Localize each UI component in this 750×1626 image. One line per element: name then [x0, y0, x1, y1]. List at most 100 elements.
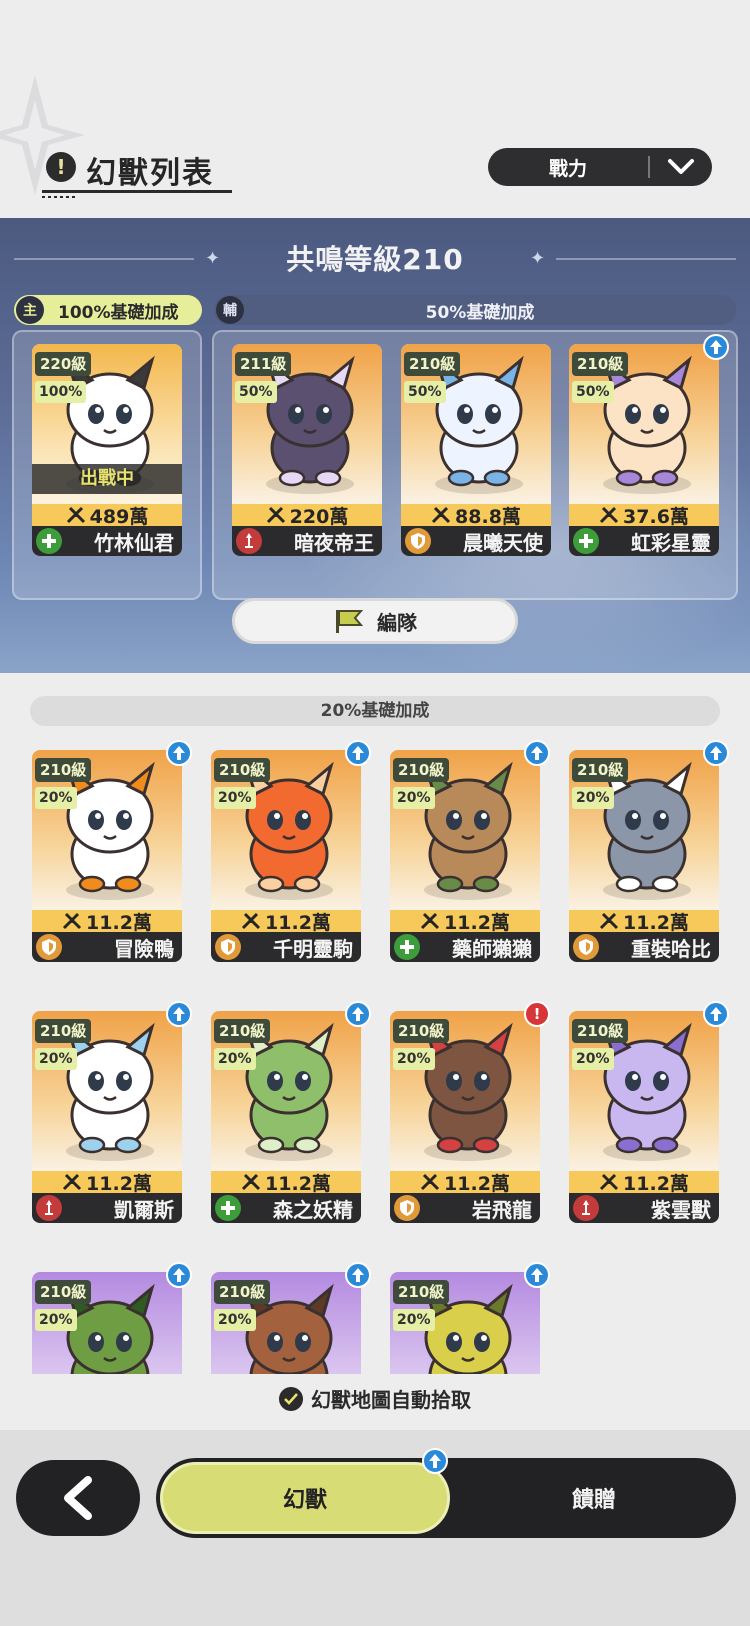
beast-name: 岩飛龍: [472, 1197, 532, 1222]
bonus-percent-badge: 20%: [214, 787, 256, 809]
power-bar: 88.8萬: [401, 504, 551, 528]
name-bar: 暗夜帝王: [232, 526, 382, 556]
name-bar: 岩飛龍: [390, 1193, 540, 1223]
main-bonus-tag: 主 100%基礎加成: [14, 295, 202, 325]
bonus-percent-badge: 20%: [35, 1048, 77, 1070]
upgrade-arrow-icon[interactable]: [703, 334, 729, 360]
level-badge: 210級: [572, 352, 629, 376]
bonus-percent-badge: 20%: [572, 787, 614, 809]
beast-card[interactable]: 211級 50% 220萬 暗夜帝王: [232, 344, 382, 556]
tab-gifts[interactable]: 饋贈: [456, 1462, 732, 1534]
beast-card[interactable]: 210級 20% 11.2萬 重裝哈比: [569, 750, 719, 962]
beast-card[interactable]: 210級 20%: [32, 1272, 182, 1374]
name-bar: 虹彩星靈: [569, 526, 719, 556]
power-value: 11.2萬: [623, 911, 689, 934]
power-value: 11.2萬: [86, 911, 152, 934]
name-bar: 冒險鴨: [32, 932, 182, 962]
power-icon: [62, 912, 82, 930]
beast-card[interactable]: 210級 20% 11.2萬 岩飛龍: [390, 1011, 540, 1223]
power-bar: 11.2萬: [569, 1171, 719, 1195]
bonus-percent-badge: 20%: [214, 1048, 256, 1070]
power-value: 11.2萬: [444, 911, 510, 934]
defense-role-icon: [394, 1195, 420, 1221]
tab-beasts[interactable]: 幻獸: [160, 1462, 450, 1534]
beast-card[interactable]: 220級 100% 出戰中 489萬 竹林仙君: [32, 344, 182, 556]
upgrade-arrow-icon[interactable]: [345, 1262, 371, 1288]
beast-card[interactable]: 210級 20% 11.2萬 紫雲獸: [569, 1011, 719, 1223]
beast-name: 暗夜帝王: [294, 530, 374, 555]
bonus-percent-badge: 20%: [214, 1309, 256, 1331]
edit-team-label: 編隊: [377, 610, 417, 635]
power-bar: 11.2萬: [32, 1171, 182, 1195]
edit-team-button[interactable]: 編隊: [232, 598, 518, 644]
attack-role-icon: [36, 1195, 62, 1221]
level-badge: 210級: [393, 1280, 450, 1304]
upgrade-arrow-icon[interactable]: [166, 740, 192, 766]
beast-card[interactable]: 210級 20%: [211, 1272, 361, 1374]
attack-role-icon: [236, 528, 262, 554]
bonus-percent-badge: 20%: [35, 787, 77, 809]
power-bar: 11.2萬: [569, 910, 719, 934]
defense-role-icon: [573, 934, 599, 960]
roster-scroll-area[interactable]: 210級 20% 11.2萬 冒險鴨 210級 20% 11.2萬 千明靈駒 210級 2…: [0, 740, 750, 1374]
support-role-icon: [394, 934, 420, 960]
power-bar: 37.6萬: [569, 504, 719, 528]
beast-name: 紫雲獸: [651, 1197, 711, 1222]
power-value: 88.8萬: [455, 505, 521, 528]
defense-role-icon: [215, 934, 241, 960]
support-role-icon: [573, 528, 599, 554]
name-bar: 藥師獺獺: [390, 932, 540, 962]
beast-card[interactable]: 210級 20% 11.2萬 藥師獺獺: [390, 750, 540, 962]
power-icon: [241, 1173, 261, 1191]
flag-icon: [336, 610, 364, 633]
beast-card[interactable]: 210級 20% 11.2萬 凱爾斯: [32, 1011, 182, 1223]
power-value: 37.6萬: [623, 505, 689, 528]
upgrade-arrow-icon[interactable]: [524, 740, 550, 766]
page-title-block: ! 幻獸列表: [42, 144, 242, 198]
power-value: 220萬: [289, 505, 349, 528]
power-icon: [62, 1173, 82, 1191]
level-badge: 210級: [35, 1019, 92, 1043]
power-icon: [599, 1173, 619, 1191]
support-role-icon: [36, 528, 62, 554]
info-icon[interactable]: !: [46, 152, 76, 182]
upgrade-arrow-icon[interactable]: [345, 1001, 371, 1027]
name-bar: 紫雲獸: [569, 1193, 719, 1223]
beast-name: 竹林仙君: [94, 530, 174, 555]
power-icon: [599, 912, 619, 930]
upgrade-arrow-icon[interactable]: [703, 1001, 729, 1027]
upgrade-arrow-icon[interactable]: [166, 1262, 192, 1288]
upgrade-arrow-icon[interactable]: [703, 740, 729, 766]
beast-card[interactable]: 210級 20% 11.2萬 森之妖精: [211, 1011, 361, 1223]
power-icon: [420, 1173, 440, 1191]
defense-role-icon: [36, 934, 62, 960]
bonus-percent-badge: 20%: [572, 1048, 614, 1070]
sort-dropdown[interactable]: 戰力: [488, 148, 712, 186]
upgrade-arrow-icon[interactable]: [166, 1001, 192, 1027]
bonus-percent-badge: 20%: [393, 1048, 435, 1070]
beast-card[interactable]: 210級 50% 37.6萬 虹彩星靈: [569, 344, 719, 556]
upgrade-arrow-icon[interactable]: [524, 1262, 550, 1288]
auto-pickup-toggle[interactable]: 幻獸地圖自動拾取: [0, 1384, 750, 1413]
beast-card[interactable]: 210級 50% 88.8萬 晨曦天使: [401, 344, 551, 556]
page-title: 幻獸列表: [86, 156, 214, 191]
upgrade-arrow-icon[interactable]: [345, 740, 371, 766]
power-value: 11.2萬: [86, 1172, 152, 1195]
back-button[interactable]: [16, 1460, 140, 1536]
level-badge: 220級: [35, 352, 92, 376]
beast-name: 冒險鴨: [114, 936, 174, 961]
alert-icon[interactable]: !: [524, 1001, 550, 1027]
upgrade-arrow-icon: [422, 1448, 448, 1474]
level-badge: 210級: [572, 758, 629, 782]
defense-role-icon: [405, 528, 431, 554]
level-badge: 210級: [393, 1019, 450, 1043]
level-badge: 211級: [235, 352, 292, 376]
beast-card[interactable]: 210級 20%: [390, 1272, 540, 1374]
beast-card[interactable]: 210級 20% 11.2萬 冒險鴨: [32, 750, 182, 962]
bonus-percent-badge: 20%: [35, 1309, 77, 1331]
beast-card[interactable]: 210級 20% 11.2萬 千明靈駒: [211, 750, 361, 962]
name-bar: 竹林仙君: [32, 526, 182, 556]
power-icon: [599, 506, 619, 524]
resonance-level-title: 共鳴等級210: [286, 243, 464, 276]
bottom-tab-group: 幻獸 饋贈: [156, 1448, 736, 1538]
